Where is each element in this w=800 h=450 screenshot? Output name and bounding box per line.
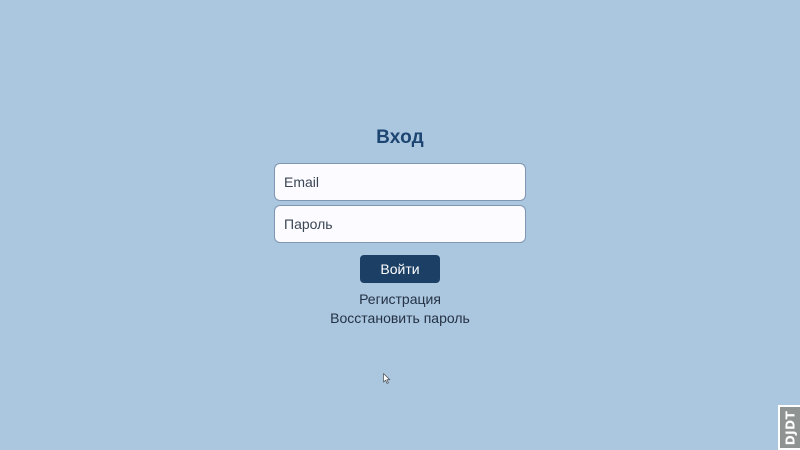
mouse-pointer-icon [383,373,391,384]
login-page: Вход Войти Регистрация Восстановить паро… [0,0,800,450]
register-link[interactable]: Регистрация [359,290,441,309]
password-field[interactable] [274,205,526,243]
page-title: Вход [376,127,424,148]
debug-toolbar-label: DJDT [783,410,798,445]
email-field[interactable] [274,163,526,201]
login-button[interactable]: Войти [360,255,440,283]
login-form: Вход Войти Регистрация Восстановить паро… [274,124,526,328]
restore-password-link[interactable]: Восстановить пароль [330,309,470,328]
debug-toolbar-handle[interactable]: DJDT [778,405,800,450]
